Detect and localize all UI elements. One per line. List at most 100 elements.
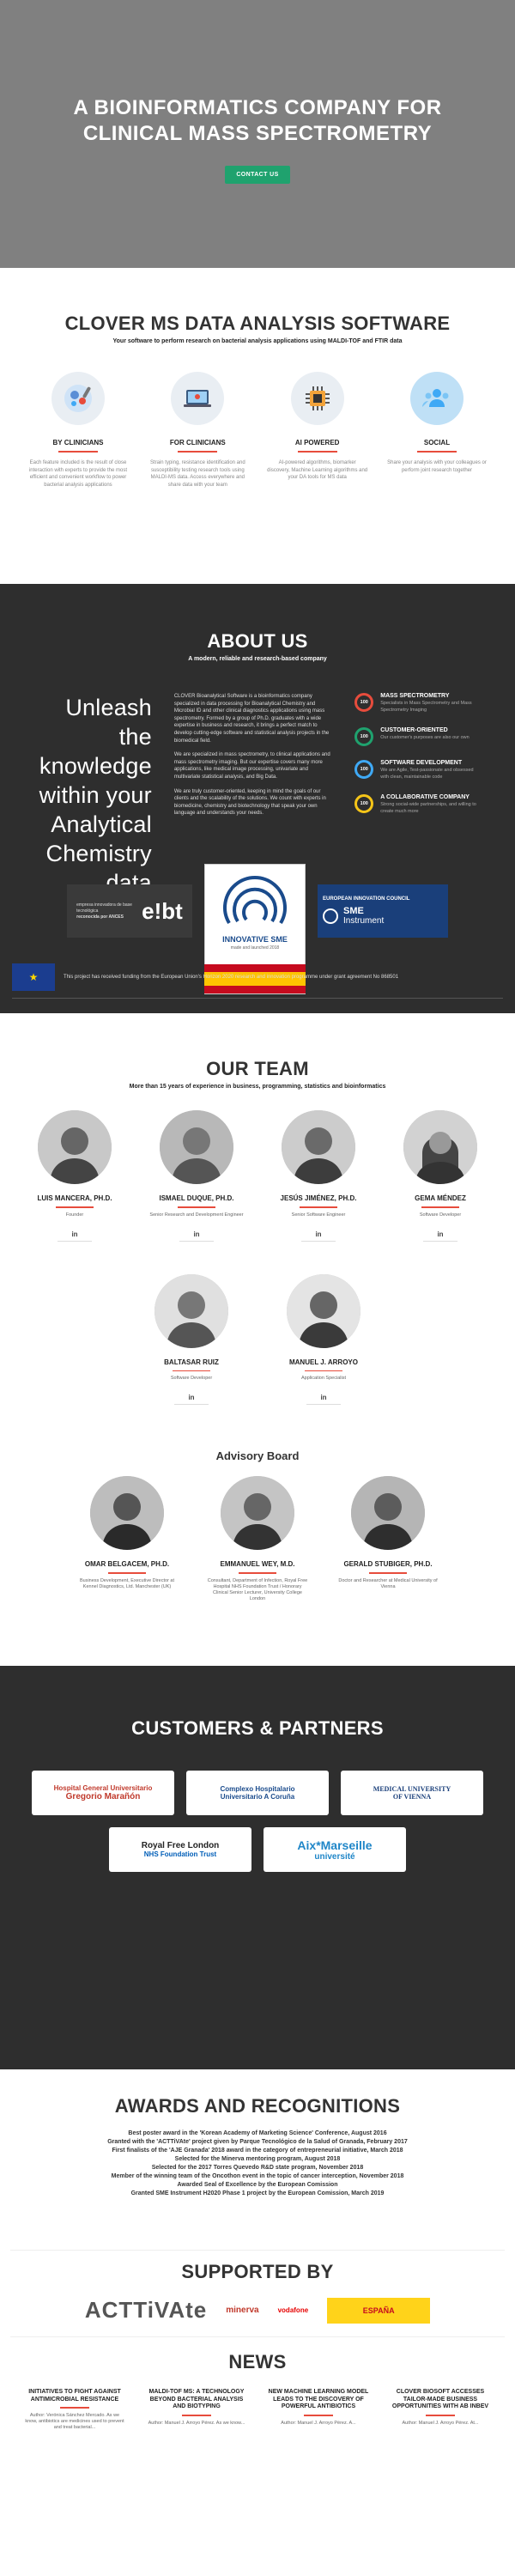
logo-line: MEDICAL UNIVERSITY: [373, 1785, 451, 1793]
logo-line: Universitario A Coruña: [220, 1793, 295, 1801]
feature-title: FOR CLINICIANS: [169, 439, 226, 447]
avatar: [160, 1110, 233, 1184]
customer-logo-aix-marseille[interactable]: Aix*Marseille université: [264, 1827, 406, 1872]
news-excerpt: Author: Manuel J. Arroyo Pérez. At...: [402, 2420, 479, 2426]
team-members: LUIS MANCERA, PH.D. Founder in ISMAEL DU…: [0, 1110, 515, 1274]
news-card[interactable]: MALDI-TOF MS: A TECHNOLOGY BEYOND BACTER…: [146, 2389, 247, 2431]
member-name: GEMA MÉNDEZ: [415, 1194, 466, 1202]
award-item: Granted with the 'ACTTiVAte' project giv…: [107, 2139, 408, 2145]
eic-sme-instrument-logo: EUROPEAN INNOVATION COUNCIL SME Instrume…: [318, 884, 448, 938]
supported-section: SUPPORTED BY ACTTiVAte minerva vodafone …: [0, 2251, 515, 2336]
news-card[interactable]: CLOVER BIOSOFT ACCESSES TAILOR-MADE BUSI…: [390, 2389, 491, 2431]
spain-government-logo[interactable]: ESPAÑA: [327, 2297, 431, 2324]
advisor-name: EMMANUEL WEY, M.D.: [220, 1560, 295, 1568]
sme-small: made and launched 2018: [230, 945, 280, 951]
team-member: MANUEL J. ARROYO Application Specialist …: [273, 1273, 374, 1405]
news-card[interactable]: INITIATIVES TO FIGHT AGAINST ANTIMICROBI…: [24, 2389, 125, 2431]
linkedin-icon[interactable]: in: [146, 1230, 247, 1238]
news-excerpt: Author: Manuel J. Arroyo Pérez. A...: [281, 2420, 356, 2426]
stat-title: SOFTWARE DEVELOPMENT: [380, 760, 463, 766]
feature-title: SOCIAL: [423, 439, 451, 447]
linkedin-icon[interactable]: in: [390, 1230, 491, 1238]
customers-title: CUSTOMERS & PARTNERS: [131, 1717, 384, 1739]
stat-title: A COLLABORATIVE COMPANY: [380, 794, 470, 800]
about-paragraph: We are truly customer-oriented, keeping …: [173, 788, 326, 817]
news-excerpt: Author: Manuel J. Arroyo Pérez. As we kn…: [148, 2420, 245, 2426]
award-item: Best poster award in the 'Korean Academy…: [128, 2130, 387, 2136]
member-role: Software Developer: [419, 1212, 462, 1218]
vodafone-logo[interactable]: vodafone: [278, 2306, 309, 2314]
feature-desc: AI-powered algorithms, biomarker discove…: [267, 460, 368, 480]
customer-logo-royal-free[interactable]: Royal Free London NHS Foundation Trust: [109, 1827, 251, 1872]
clover-section: CLOVER MS DATA ANALYSIS SOFTWARE Your so…: [0, 268, 515, 584]
news-title: NEWS: [228, 2351, 287, 2372]
feature-ai-powered: AI POWERED AI-powered algorithms, biomar…: [267, 372, 368, 489]
hero-title-line1: A BIOINFORMATICS COMPANY FOR: [73, 95, 442, 119]
member-name: LUIS MANCERA, PH.D.: [37, 1194, 112, 1202]
avatar: [38, 1110, 112, 1184]
people-icon: [409, 372, 464, 425]
member-role: Senior Software Engineer: [291, 1212, 346, 1218]
acttivate-logo[interactable]: ACTTiVAte: [85, 2297, 207, 2324]
customer-logo-meduni-vienna[interactable]: MEDICAL UNIVERSITY OF VIENNA: [341, 1771, 483, 1815]
advisor: EMMANUEL WEY, M.D. Consultant, Departmen…: [207, 1476, 308, 1602]
advisor: GERALD STUBIGER, PH.D. Doctor and Resear…: [337, 1476, 439, 1602]
logo-line: Aix*Marseille: [297, 1838, 373, 1852]
eic-instrument: Instrument: [343, 916, 385, 926]
news-title-text[interactable]: CLOVER BIOSOFT ACCESSES TAILOR-MADE BUSI…: [390, 2389, 491, 2411]
supported-title: SUPPORTED BY: [181, 2261, 334, 2282]
stat-ring: 100: [354, 727, 374, 746]
logo-line: Complexo Hospitalario: [220, 1785, 295, 1793]
avatar: [403, 1110, 477, 1184]
linkedin-icon[interactable]: in: [141, 1394, 242, 1401]
linkedin-icon[interactable]: in: [268, 1230, 369, 1238]
about-paragraph: We are specialized in mass spectrometry,…: [173, 752, 330, 780]
linkedin-icon[interactable]: in: [24, 1230, 125, 1238]
avatar: [154, 1273, 228, 1348]
avatar: [90, 1476, 164, 1550]
stat-title: CUSTOMER-ORIENTED: [380, 727, 448, 733]
logo-line: Hospital General Universitario: [53, 1784, 153, 1792]
stat-desc: Specialists in Mass Spectrometry and Mas…: [380, 701, 472, 713]
about-section: ABOUT US A modern, reliable and research…: [0, 584, 515, 1013]
customer-logo-gregorio-maranon[interactable]: Hospital General Universitario Gregorio …: [32, 1771, 174, 1815]
awards-list: Best poster award in the 'Korean Academy…: [0, 2129, 515, 2198]
avatar: [351, 1476, 425, 1550]
feature-social: SOCIAL Share your analysis with your col…: [386, 372, 488, 489]
member-name: BALTASAR RUIZ: [164, 1358, 219, 1366]
advisory-board-title: Advisory Board: [215, 1449, 300, 1462]
linkedin-icon[interactable]: in: [273, 1394, 374, 1401]
stat-software-development: 100 SOFTWARE DEVELOPMENT We are Agile, Te…: [354, 760, 482, 781]
news-title-text[interactable]: NEW MACHINE LEARNING MODEL LEADS TO THE …: [268, 2389, 369, 2411]
eu-funding: ★ This project has received funding from…: [12, 963, 503, 991]
team-member: BALTASAR RUIZ Software Developer in: [141, 1273, 242, 1405]
advisory-board: OMAR BELGACEM, PH.D. Business Developmen…: [0, 1476, 515, 1602]
contact-us-button[interactable]: CONTACT US: [225, 165, 290, 184]
customer-logo-chu-coruna[interactable]: Complexo Hospitalario Universitario A Co…: [186, 1771, 329, 1815]
stat-desc: Strong social-wide partnerships, and wil…: [380, 802, 476, 814]
ebt-text: empresa innovadora de base tecnológica: [76, 902, 132, 914]
member-role: Software Developer: [170, 1376, 213, 1381]
logo-line: NHS Foundation Trust: [143, 1850, 217, 1858]
hero-title-line2: CLINICAL MASS SPECTROMETRY: [82, 121, 433, 145]
news-title-text[interactable]: INITIATIVES TO FIGHT AGAINST ANTIMICROBI…: [24, 2389, 125, 2403]
stat-ring: 100: [354, 760, 374, 779]
team-section: OUR TEAM More than 15 years of experienc…: [0, 1013, 515, 1666]
avatar: [221, 1476, 294, 1550]
award-item: Granted SME Instrument H2020 Phase 1 pro…: [130, 2190, 385, 2196]
news-excerpt: Author: Verónica Sánchez Mercado. As we …: [25, 2413, 124, 2430]
stat-title: MASS SPECTROMETRY: [380, 693, 450, 699]
news-title-text[interactable]: MALDI-TOF MS: A TECHNOLOGY BEYOND BACTER…: [146, 2389, 247, 2411]
news-section: NEWS INITIATIVES TO FIGHT AGAINST ANTIMI…: [0, 2337, 515, 2431]
team-member: GEMA MÉNDEZ Software Developer in: [390, 1110, 491, 1242]
feature-desc: Strain typing, resistance identification…: [149, 460, 245, 488]
awards-section: AWARDS AND RECOGNITIONS Best poster awar…: [0, 2069, 515, 2250]
advisor: OMAR BELGACEM, PH.D. Business Developmen…: [76, 1476, 178, 1602]
awards-title: AWARDS AND RECOGNITIONS: [114, 2095, 401, 2117]
about-paragraph: CLOVER Bioanalytical Software is a bioin…: [173, 694, 330, 744]
stat-collaborative: 100 A COLLABORATIVE COMPANY Strong social…: [354, 794, 482, 815]
feature-title: BY CLINICIANS: [52, 439, 104, 447]
news-card[interactable]: NEW MACHINE LEARNING MODEL LEADS TO THE …: [268, 2389, 369, 2431]
minerva-logo[interactable]: minerva: [226, 2306, 258, 2315]
hero-section: A BIOINFORMATICS COMPANY FOR CLINICAL MA…: [0, 0, 515, 268]
